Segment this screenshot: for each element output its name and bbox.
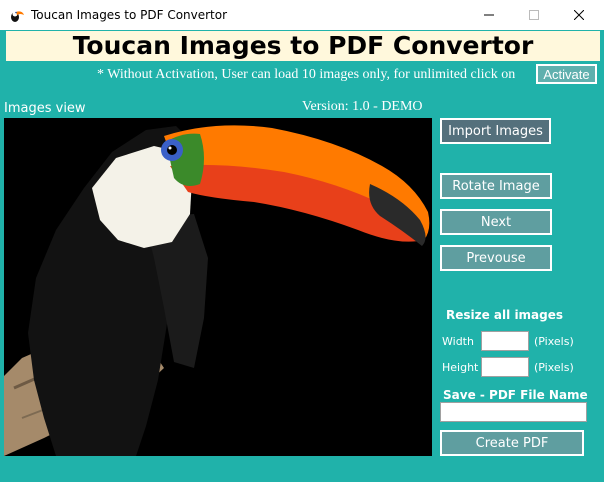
activation-note: * Without Activation, User can load 10 i… (97, 67, 516, 82)
close-button[interactable] (556, 0, 602, 30)
toucan-image (4, 118, 432, 456)
height-label: Height (442, 361, 479, 374)
width-unit-label: (Pixels) (534, 335, 574, 348)
title-bar[interactable]: Toucan Images to PDF Convertor (0, 0, 604, 30)
width-label: Width (442, 335, 474, 348)
height-input[interactable] (481, 357, 529, 377)
pdf-filename-input[interactable] (440, 402, 587, 422)
save-filename-heading: Save - PDF File Name (443, 388, 588, 402)
header-banner: Toucan Images to PDF Convertor (6, 31, 600, 61)
version-label: Version: 1.0 - DEMO (302, 99, 423, 114)
resize-heading: Resize all images (446, 308, 564, 322)
app-heading: Toucan Images to PDF Convertor (72, 31, 534, 60)
height-unit-label: (Pixels) (534, 361, 574, 374)
import-images-button[interactable]: Import Images (440, 118, 551, 144)
previous-button[interactable]: Prevouse (440, 245, 552, 271)
create-pdf-button[interactable]: Create PDF (440, 430, 584, 456)
minimize-button[interactable] (466, 0, 512, 30)
width-input[interactable] (481, 331, 529, 351)
minimize-icon (484, 14, 494, 16)
main-panel: Toucan Images to PDF Convertor * Without… (0, 30, 604, 482)
maximize-icon (529, 10, 539, 20)
activate-button[interactable]: Activate (536, 64, 597, 84)
maximize-button[interactable] (511, 0, 557, 30)
window-title: Toucan Images to PDF Convertor (31, 8, 228, 22)
image-view[interactable] (4, 118, 432, 456)
rotate-image-button[interactable]: Rotate Image (440, 173, 552, 199)
toucan-icon (11, 11, 24, 22)
next-button[interactable]: Next (440, 209, 552, 235)
app-window: Toucan Images to PDF Convertor Toucan Im… (0, 0, 604, 482)
images-view-label: Images view (4, 101, 86, 116)
close-icon (574, 10, 584, 20)
